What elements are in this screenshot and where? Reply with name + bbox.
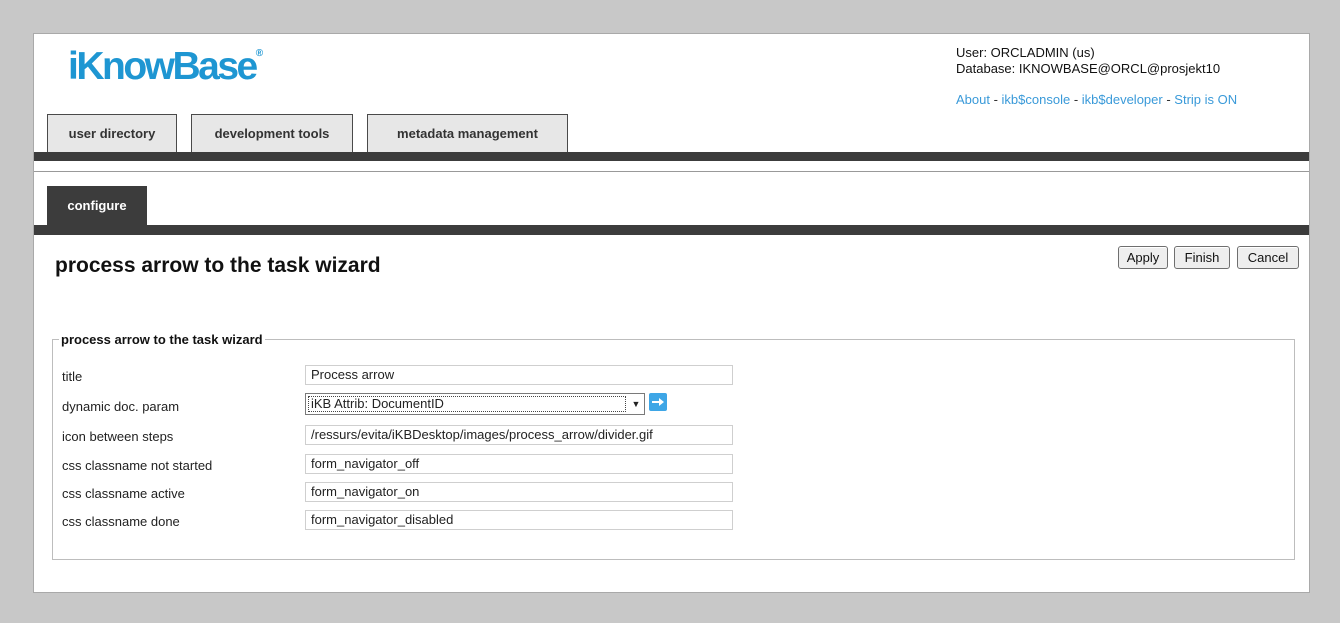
subtab-label: configure [67,198,127,213]
about-link[interactable]: About [956,92,990,107]
developer-link[interactable]: ikb$developer [1082,92,1163,107]
page-title: process arrow to the task wizard [55,254,381,277]
dynamic-doc-param-label: dynamic doc. param [62,399,180,414]
fieldset-legend: process arrow to the task wizard [61,332,263,347]
main-nav-bar [34,152,1309,161]
tab-label: development tools [214,126,330,141]
css-done-input[interactable]: form_navigator_disabled [305,510,733,530]
tab-development-tools[interactable]: development tools [191,114,353,152]
chevron-down-icon[interactable]: ▼ [628,394,644,414]
tab-user-directory[interactable]: user directory [47,114,177,152]
strip-toggle-link[interactable]: Strip is ON [1174,92,1237,107]
icon-between-steps-input[interactable]: /ressurs/evita/iKBDesktop/images/process… [305,425,733,445]
link-separator: - [989,92,1002,107]
arrow-right-icon[interactable] [649,393,667,411]
user-info: User: ORCLADMIN (us) Database: IKNOWBASE… [956,45,1220,77]
logo-registered-mark: ® [255,48,264,59]
tab-label: metadata management [397,126,538,141]
logo-text: iKnowBase [68,45,258,88]
ikb-logo[interactable]: iKnowBase® [68,47,263,86]
title-input[interactable]: Process arrow [305,365,733,385]
icon-between-steps-label: icon between steps [62,429,174,444]
dynamic-doc-param-select[interactable]: iKB Attrib: DocumentID ▼ [305,393,645,415]
select-value: iKB Attrib: DocumentID [308,396,626,412]
header-links: About - ikb$console - ikb$developer - St… [956,92,1237,107]
css-active-input[interactable]: form_navigator_on [305,482,733,502]
link-separator: - [1162,92,1175,107]
link-separator: - [1070,92,1082,107]
css-not-started-label: css classname not started [62,458,213,473]
cancel-button[interactable]: Cancel [1237,246,1299,269]
css-not-started-input[interactable]: form_navigator_off [305,454,733,474]
subtab-configure[interactable]: configure [47,186,147,225]
sub-nav-bar [34,225,1309,235]
css-done-label: css classname done [62,514,180,529]
nav-divider [34,171,1309,172]
database-line: Database: IKNOWBASE@ORCL@prosjekt10 [956,61,1221,76]
finish-button[interactable]: Finish [1174,246,1230,269]
tab-label: user directory [68,126,156,141]
css-active-label: css classname active [62,486,185,501]
tab-metadata-management[interactable]: metadata management [367,114,568,152]
console-link[interactable]: ikb$console [1002,92,1071,107]
title-label: title [62,369,83,384]
apply-button[interactable]: Apply [1118,246,1168,269]
user-line: User: ORCLADMIN (us) [956,45,1095,60]
page-frame: iKnowBase® User: ORCLADMIN (us) Database… [33,33,1310,593]
